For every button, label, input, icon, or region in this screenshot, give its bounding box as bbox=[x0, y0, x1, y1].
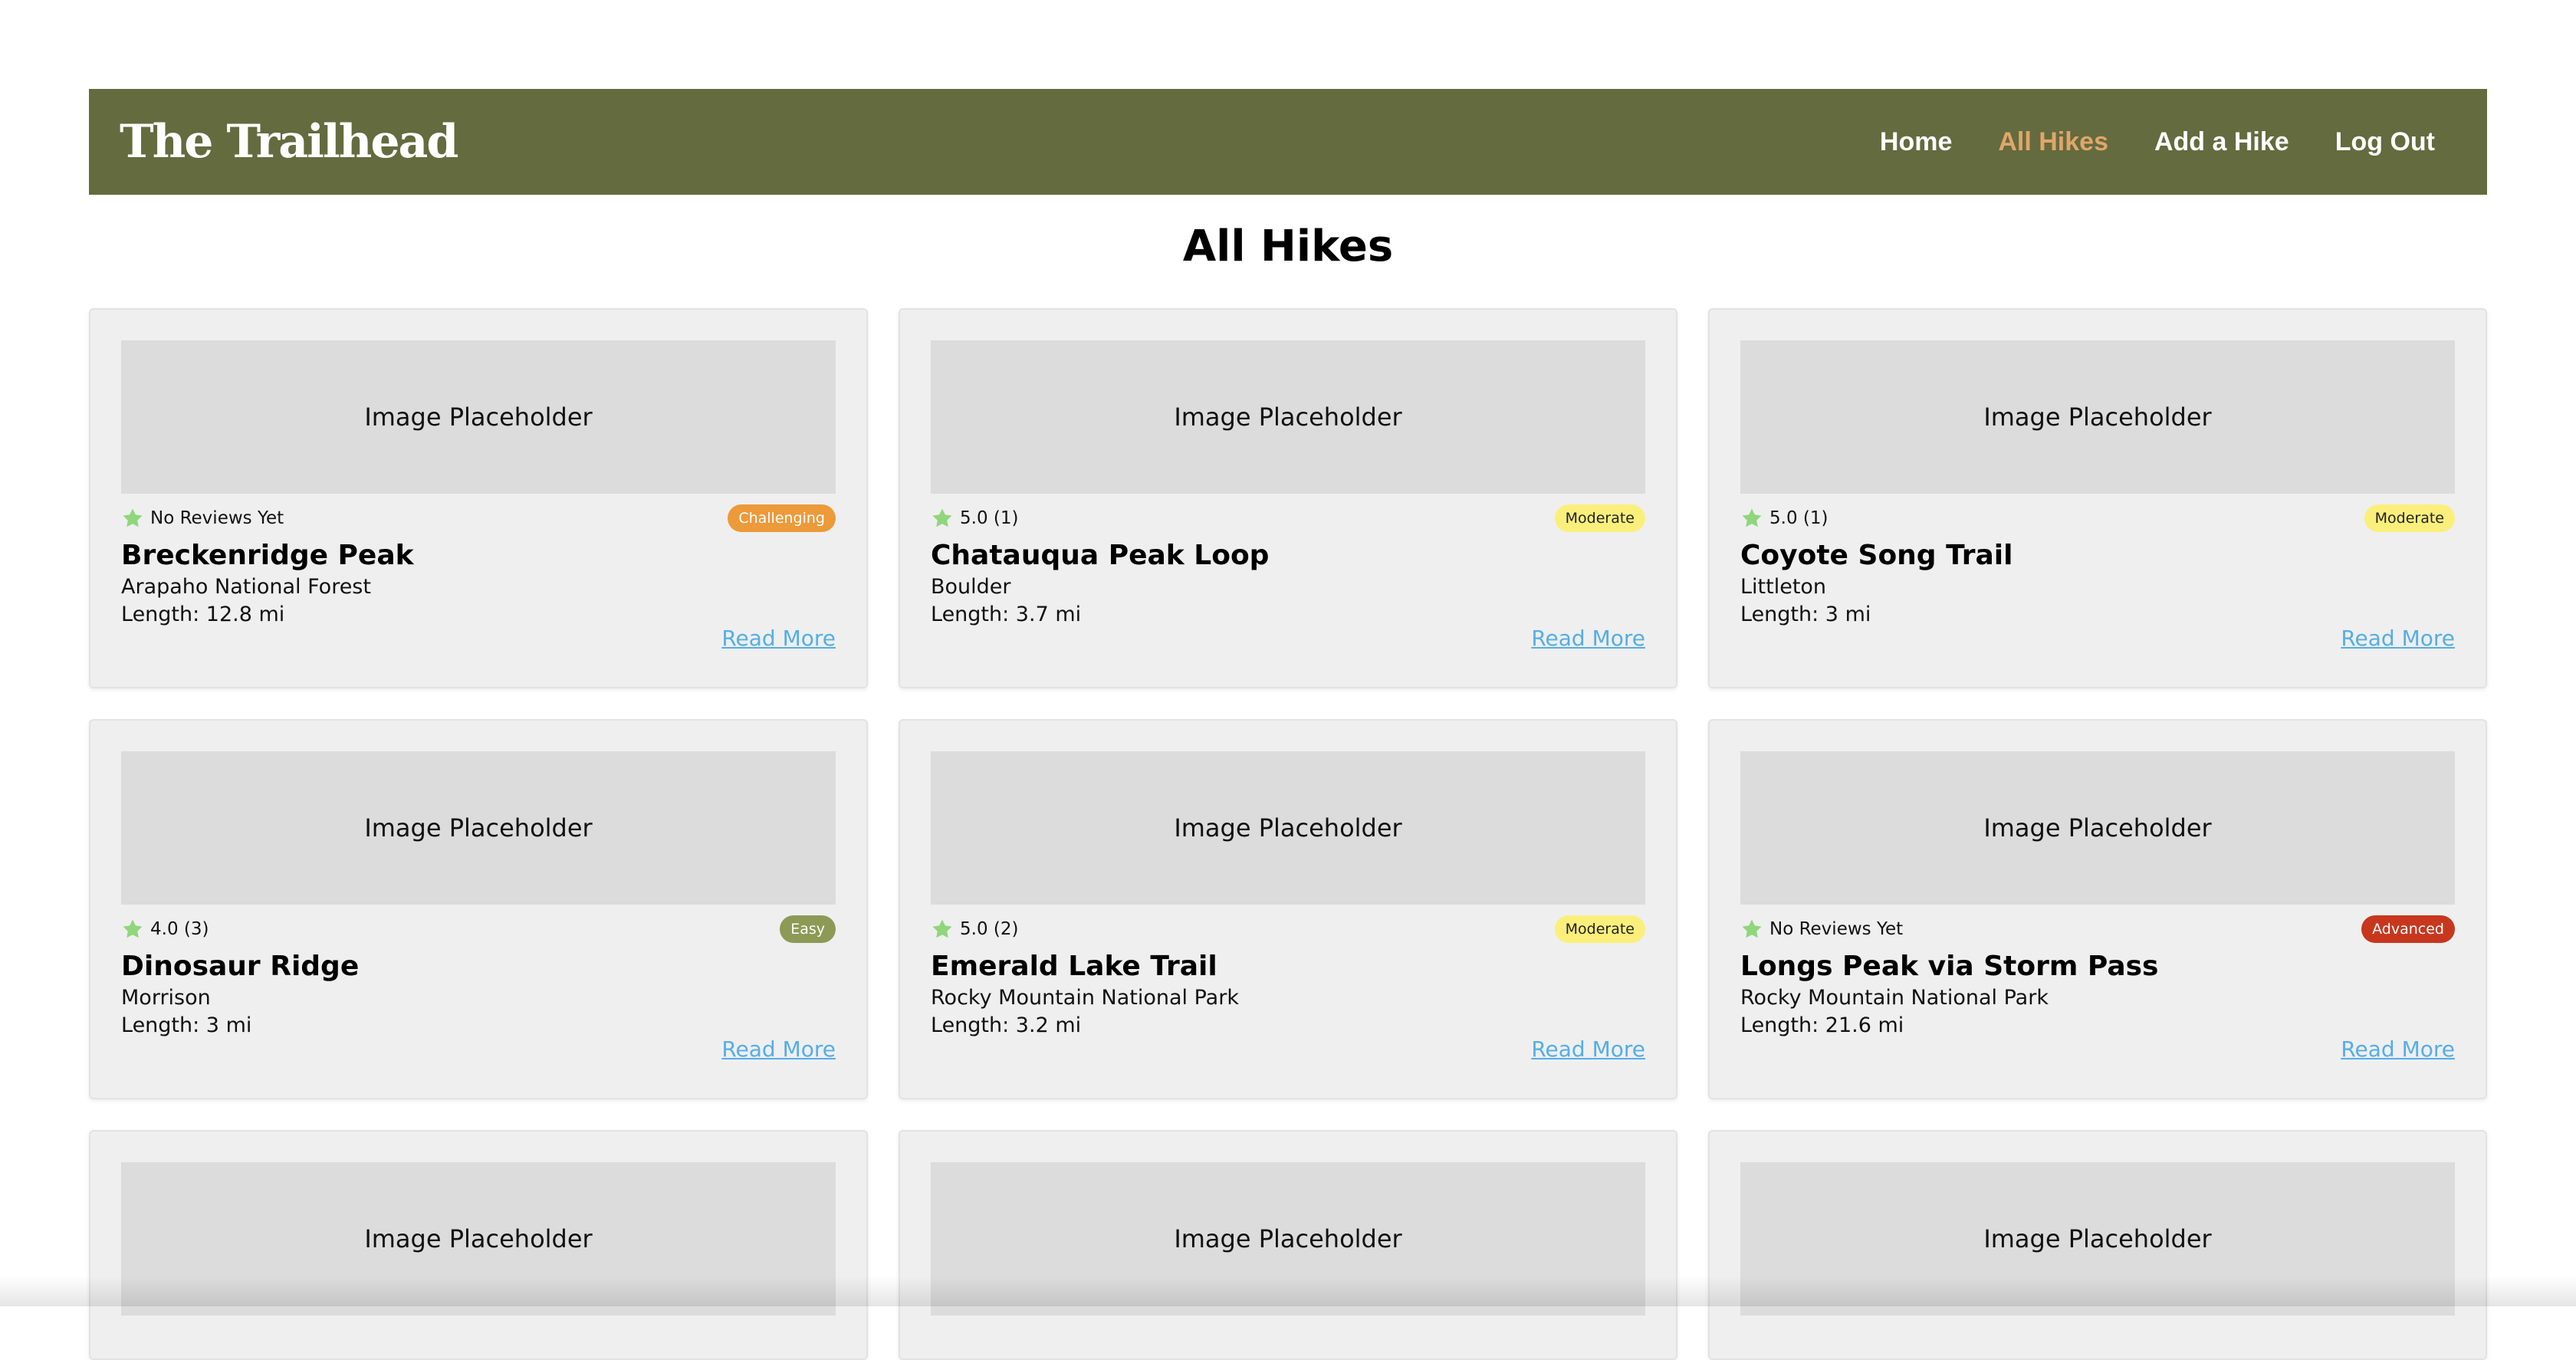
image-placeholder: Image Placeholder bbox=[121, 340, 836, 494]
hike-location: Arapaho National Forest bbox=[121, 575, 371, 599]
rating: No Reviews Yet bbox=[121, 507, 284, 530]
hike-name: Coyote Song Trail bbox=[1740, 540, 2013, 571]
nav-link-log-out[interactable]: Log Out bbox=[2335, 127, 2435, 157]
hike-name: Breckenridge Peak bbox=[121, 540, 414, 571]
rating-text: No Reviews Yet bbox=[1769, 919, 1904, 939]
rating-text: 5.0 (2) bbox=[960, 919, 1019, 939]
nav-link-all-hikes[interactable]: All Hikes bbox=[1998, 127, 2108, 157]
hike-length: Length: 12.8 mi bbox=[121, 603, 285, 626]
image-placeholder: Image Placeholder bbox=[121, 751, 836, 905]
rating-text: 5.0 (1) bbox=[960, 508, 1019, 528]
hike-location: Rocky Mountain National Park bbox=[1740, 986, 2049, 1010]
difficulty-badge: Moderate bbox=[1554, 504, 1645, 532]
hike-card: Image Placeholder 5.0 (1) Moderate Chata… bbox=[899, 308, 1677, 688]
hike-length: Length: 3.7 mi bbox=[931, 603, 1082, 626]
hike-name: Emerald Lake Trail bbox=[931, 951, 1217, 982]
nav-links: Home All Hikes Add a Hike Log Out bbox=[1880, 127, 2435, 157]
card-meta-row: No Reviews Yet Advanced bbox=[1740, 914, 2455, 944]
read-more-link[interactable]: Read More bbox=[2341, 1036, 2455, 1062]
hike-length: Length: 3.2 mi bbox=[931, 1013, 1082, 1037]
hike-length: Length: 21.6 mi bbox=[1740, 1013, 1904, 1037]
hike-length: Length: 3 mi bbox=[1740, 603, 1871, 626]
hike-card: Image Placeholder 4.0 (3) Easy Dinosaur … bbox=[89, 719, 868, 1099]
hike-length: Length: 3 mi bbox=[121, 1013, 252, 1037]
read-more-link[interactable]: Read More bbox=[1531, 1036, 1645, 1062]
hike-name: Longs Peak via Storm Pass bbox=[1740, 951, 2159, 982]
image-placeholder: Image Placeholder bbox=[121, 1162, 836, 1316]
rating: 5.0 (1) bbox=[931, 507, 1018, 530]
image-placeholder: Image Placeholder bbox=[931, 751, 1645, 905]
rating: No Reviews Yet bbox=[1740, 918, 1903, 941]
read-more-link[interactable]: Read More bbox=[2341, 626, 2455, 651]
difficulty-badge: Challenging bbox=[728, 504, 836, 532]
read-more-link[interactable]: Read More bbox=[1531, 626, 1645, 651]
difficulty-badge: Easy bbox=[780, 915, 836, 943]
hike-location: Morrison bbox=[121, 986, 211, 1010]
hike-name: Chatauqua Peak Loop bbox=[931, 540, 1270, 571]
difficulty-badge: Moderate bbox=[2364, 504, 2455, 532]
read-more-link[interactable]: Read More bbox=[721, 1036, 836, 1062]
card-meta-row: 5.0 (1) Moderate bbox=[931, 503, 1645, 534]
star-icon bbox=[932, 508, 952, 527]
image-placeholder: Image Placeholder bbox=[931, 340, 1645, 494]
star-icon bbox=[1742, 508, 1762, 527]
rating-text: 5.0 (1) bbox=[1769, 508, 1829, 528]
rating: 5.0 (2) bbox=[931, 918, 1018, 941]
navbar: The Trailhead Home All Hikes Add a Hike … bbox=[89, 89, 2487, 195]
hike-name: Dinosaur Ridge bbox=[121, 951, 360, 982]
hike-card: Image Placeholder bbox=[1708, 1130, 2487, 1360]
hike-card: Image Placeholder 5.0 (1) Moderate Coyot… bbox=[1708, 308, 2487, 688]
star-icon bbox=[932, 919, 952, 938]
card-meta-row: No Reviews Yet Challenging bbox=[121, 503, 836, 534]
card-meta-row: 5.0 (2) Moderate bbox=[931, 914, 1645, 944]
hike-card: Image Placeholder 5.0 (2) Moderate Emera… bbox=[899, 719, 1677, 1099]
nav-link-add-hike[interactable]: Add a Hike bbox=[2154, 127, 2289, 157]
image-placeholder: Image Placeholder bbox=[1740, 751, 2455, 905]
card-meta-row: 5.0 (1) Moderate bbox=[1740, 503, 2455, 534]
hike-location: Boulder bbox=[931, 575, 1011, 599]
page-title: All Hikes bbox=[1182, 222, 1394, 271]
rating-text: 4.0 (3) bbox=[150, 919, 209, 939]
star-icon bbox=[1742, 919, 1762, 938]
rating: 5.0 (1) bbox=[1740, 507, 1828, 530]
nav-link-home[interactable]: Home bbox=[1880, 127, 1952, 157]
hike-card: Image Placeholder bbox=[899, 1130, 1677, 1360]
image-placeholder: Image Placeholder bbox=[1740, 1162, 2455, 1316]
image-placeholder: Image Placeholder bbox=[1740, 340, 2455, 494]
hike-card: Image Placeholder bbox=[89, 1130, 868, 1360]
card-meta-row: 4.0 (3) Easy bbox=[121, 914, 836, 944]
hike-location: Littleton bbox=[1740, 575, 1827, 599]
hike-card: Image Placeholder No Reviews Yet Challen… bbox=[89, 308, 868, 688]
hike-grid: Image Placeholder No Reviews Yet Challen… bbox=[89, 308, 2487, 1360]
image-placeholder: Image Placeholder bbox=[931, 1162, 1645, 1316]
difficulty-badge: Moderate bbox=[1554, 915, 1645, 943]
read-more-link[interactable]: Read More bbox=[721, 626, 836, 651]
rating-text: No Reviews Yet bbox=[150, 508, 284, 528]
page: The Trailhead Home All Hikes Add a Hike … bbox=[89, 89, 2487, 1360]
brand-logo[interactable]: The Trailhead bbox=[120, 115, 458, 169]
hike-location: Rocky Mountain National Park bbox=[931, 986, 1239, 1010]
rating: 4.0 (3) bbox=[121, 918, 209, 941]
star-icon bbox=[123, 508, 143, 527]
star-icon bbox=[123, 919, 143, 938]
difficulty-badge: Advanced bbox=[2361, 915, 2455, 943]
hike-card: Image Placeholder No Reviews Yet Advance… bbox=[1708, 719, 2487, 1099]
